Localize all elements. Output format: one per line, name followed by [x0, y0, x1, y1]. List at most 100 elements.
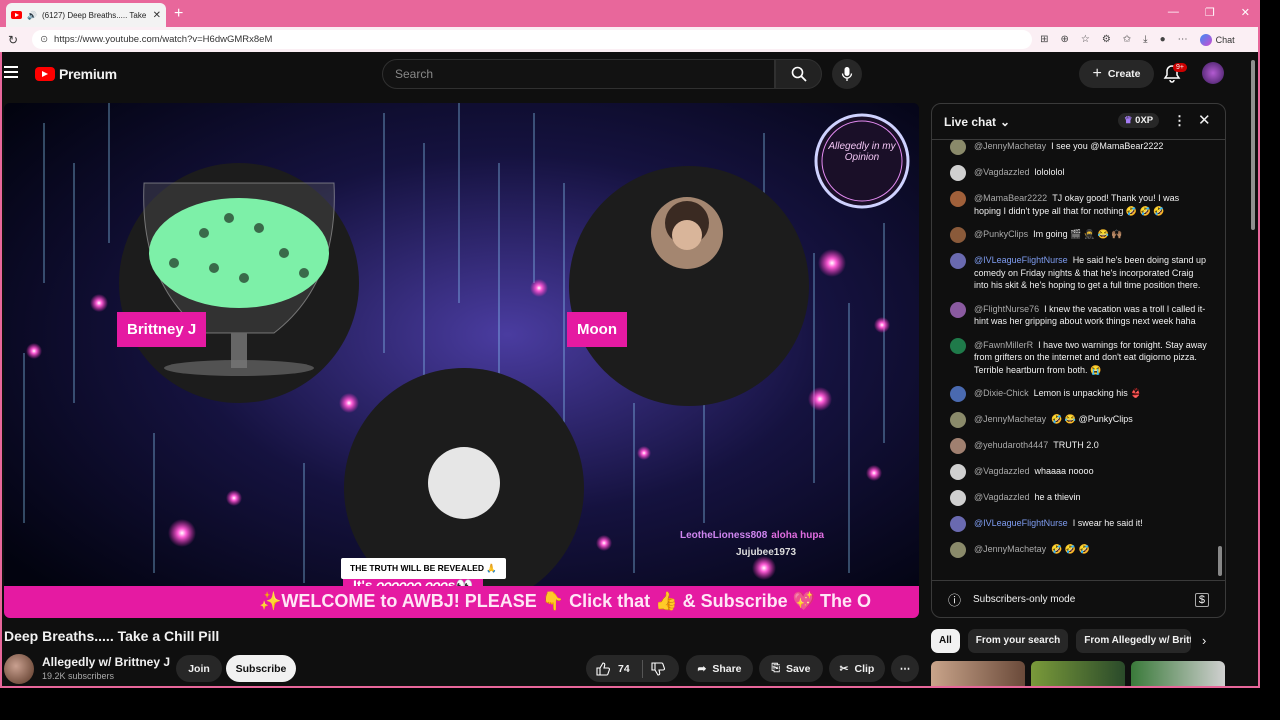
video-player[interactable]: Allegedly in my Opinion Brittney J Moon …: [4, 103, 919, 618]
chat-author[interactable]: @Vagdazzled: [974, 466, 1030, 476]
chat-avatar[interactable]: [950, 191, 966, 207]
chat-author[interactable]: @MamaBear2222: [974, 193, 1047, 203]
channel-avatar[interactable]: [4, 654, 34, 684]
chat-author[interactable]: @IVLeagueFlightNurse: [974, 518, 1068, 528]
chat-scrollbar[interactable]: [1218, 144, 1222, 579]
truth-banner: THE TRUTH WILL BE REVEALED 🙏: [341, 558, 506, 579]
chat-author[interactable]: @FlightNurse76: [974, 304, 1039, 314]
chat-message[interactable]: @IVLeagueFlightNurse He said he's been do…: [932, 253, 1217, 292]
chat-author[interactable]: @JennyMachetay: [974, 414, 1046, 424]
chevron-down-icon[interactable]: ⌄: [1000, 115, 1010, 129]
chat-menu-icon[interactable]: ⋮: [1173, 113, 1186, 129]
chat-message[interactable]: @Vagdazzled lolololol: [932, 165, 1217, 181]
chat-author[interactable]: @PunkyClips: [974, 229, 1028, 239]
favorite-star-icon[interactable]: ☆: [1081, 34, 1090, 45]
page-scrollbar[interactable]: [1248, 52, 1258, 686]
filter-chip[interactable]: All: [931, 629, 960, 653]
chat-avatar[interactable]: [950, 438, 966, 454]
chat-message[interactable]: @JennyMachetay 🤣 🤣 🤣: [932, 542, 1217, 558]
chat-message[interactable]: @IVLeagueFlightNurse I swear he said it!: [932, 516, 1217, 532]
copilot-chat-button[interactable]: Chat: [1199, 33, 1235, 46]
search-button[interactable]: [775, 59, 822, 89]
chat-message[interactable]: @PunkyClips Im going 🎬 🥷 😂 🙌🏽: [932, 227, 1217, 243]
like-button[interactable]: 74: [596, 661, 630, 676]
thumbs-down-icon[interactable]: [651, 661, 665, 676]
xp-badge[interactable]: ♛ 0XP: [1118, 113, 1160, 128]
chat-message[interactable]: @MamaBear2222 TJ okay good! Thank you! I …: [932, 191, 1217, 217]
chat-author[interactable]: @JennyMachetay: [974, 544, 1046, 554]
chat-avatar[interactable]: [950, 490, 966, 506]
address-bar[interactable]: ⊙ https://www.youtube.com/watch?v=H6dwGM…: [32, 30, 1033, 49]
info-icon[interactable]: ⓘ: [948, 590, 961, 609]
thumbnail[interactable]: [1031, 661, 1125, 686]
zoom-icon[interactable]: ⊕: [1060, 34, 1068, 45]
chat-message[interactable]: @JennyMachetay I see you @MamaBear2222: [932, 140, 1217, 155]
chat-avatar[interactable]: [950, 412, 966, 428]
emoji-picker-icon[interactable]: $: [1194, 592, 1209, 607]
url-text: https://www.youtube.com/watch?v=H6dwGMRx…: [54, 34, 273, 45]
chat-message[interactable]: @FawnMillerR I have two warnings for toni…: [932, 337, 1217, 377]
chat-author[interactable]: @Vagdazzled: [974, 167, 1030, 177]
chat-message[interactable]: @Dixie-Chick Lemon is unpacking his 👙: [932, 386, 1217, 402]
close-tab-icon[interactable]: ✕: [153, 10, 161, 21]
chat-author[interactable]: @Vagdazzled: [974, 492, 1030, 502]
favorites-icon[interactable]: ✩: [1123, 34, 1131, 45]
chat-avatar[interactable]: [950, 253, 966, 269]
chat-author[interactable]: @JennyMachetay: [974, 141, 1046, 151]
chat-avatar[interactable]: [950, 165, 966, 181]
subscribe-button[interactable]: Subscribe: [226, 655, 296, 682]
chat-message[interactable]: @Vagdazzled whaaaa noooo: [932, 464, 1217, 480]
filter-chip[interactable]: From your search: [967, 629, 1069, 653]
chat-text: lolololol: [1034, 167, 1065, 177]
copilot-icon: [1199, 33, 1212, 46]
more-icon[interactable]: ⋯: [1178, 34, 1188, 45]
chat-author[interactable]: @Dixie-Chick: [974, 388, 1029, 398]
chat-avatar[interactable]: [950, 542, 966, 558]
chat-avatar[interactable]: [950, 386, 966, 402]
create-button[interactable]: + Create: [1079, 60, 1154, 88]
chat-message-body: @JennyMachetay 🤣 😂 @PunkyClips: [974, 413, 1133, 428]
maximize-button[interactable]: ❐: [1205, 6, 1215, 19]
apps-icon[interactable]: ⊞: [1040, 34, 1048, 45]
share-button[interactable]: ➦ Share: [686, 655, 753, 682]
reload-icon[interactable]: ↻: [8, 33, 18, 47]
downloads-icon[interactable]: ⤓: [1143, 34, 1147, 45]
chat-avatar[interactable]: [950, 337, 966, 354]
chat-message[interactable]: @JennyMachetay 🤣 😂 @PunkyClips: [932, 412, 1217, 428]
voice-search-button[interactable]: [832, 59, 862, 89]
menu-icon[interactable]: [4, 66, 18, 78]
youtube-logo[interactable]: Premium: [35, 66, 117, 82]
clip-button[interactable]: ✂ Clip: [829, 655, 885, 682]
close-chat-icon[interactable]: ✕: [1198, 111, 1211, 129]
chevron-right-icon[interactable]: ›: [1202, 633, 1206, 648]
chat-author[interactable]: @yehudaroth4447: [974, 440, 1048, 450]
live-chat-title[interactable]: Live chat: [944, 115, 996, 129]
chat-avatar[interactable]: [950, 464, 966, 480]
chat-message[interactable]: @FlightNurse76 I knew the vacation was a …: [932, 301, 1217, 328]
chat-avatar[interactable]: [950, 140, 966, 155]
join-button[interactable]: Join: [176, 655, 222, 682]
site-info-icon[interactable]: ⊙: [40, 34, 48, 45]
chat-avatar[interactable]: [950, 516, 966, 532]
more-actions-button[interactable]: ⋯: [891, 655, 919, 682]
chat-author[interactable]: @IVLeagueFlightNurse: [974, 255, 1068, 265]
chat-avatar[interactable]: [950, 227, 966, 243]
channel-name[interactable]: Allegedly w/ Brittney J: [42, 655, 170, 669]
minimize-button[interactable]: —: [1168, 6, 1179, 19]
chat-avatar[interactable]: [950, 301, 966, 318]
browser-tab[interactable]: 🔊 (6127) Deep Breaths..... Take a ✕: [6, 3, 166, 27]
save-button[interactable]: ⎘ Save: [759, 655, 823, 682]
close-window-button[interactable]: ✕: [1241, 6, 1250, 19]
chat-message[interactable]: @Vagdazzled he a thievin: [932, 490, 1217, 506]
speaker-icon[interactable]: 🔊: [27, 11, 37, 20]
thumbnail[interactable]: [1131, 661, 1225, 686]
profile-icon[interactable]: ●: [1160, 34, 1166, 45]
chat-author[interactable]: @FawnMillerR: [974, 340, 1033, 350]
thumbnail[interactable]: [931, 661, 1025, 686]
new-tab-button[interactable]: +: [174, 5, 183, 23]
extensions-icon[interactable]: ⚙: [1102, 34, 1111, 45]
chat-message[interactable]: @yehudaroth4447 TRUTH 2.0: [932, 438, 1217, 454]
search-input[interactable]: Search: [382, 59, 775, 89]
account-avatar[interactable]: [1202, 62, 1224, 84]
filter-chip[interactable]: From Allegedly w/ Britt: [1076, 629, 1192, 653]
